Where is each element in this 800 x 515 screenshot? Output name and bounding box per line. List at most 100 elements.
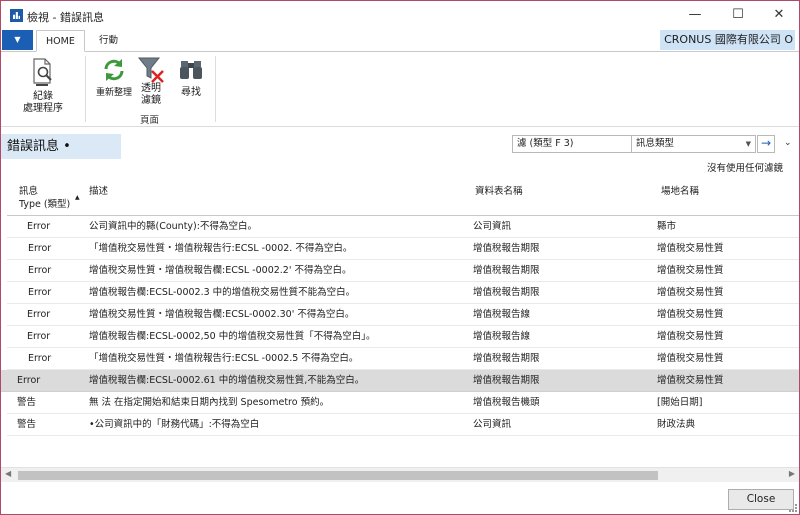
sort-ascending-icon: ▲ bbox=[75, 194, 80, 201]
cell-message-type: Error bbox=[28, 265, 52, 276]
table-row[interactable]: Error 增值稅交易性質・增值稅報告欄:ECSL-0002.30' 不得為空白。… bbox=[7, 304, 799, 326]
column-header-type-line1: 訊息 bbox=[19, 186, 39, 197]
cell-description: 「增值稅交易性質・增值稅報告行:ECSL -0002.5 不得為空白。 bbox=[89, 353, 359, 364]
cell-table-name: 增值稅報告期限 bbox=[473, 353, 540, 364]
document-search-icon bbox=[33, 58, 52, 86]
cell-table-name: 增值稅報告期限 bbox=[473, 287, 540, 298]
group-page-label: 頁面 bbox=[140, 115, 160, 126]
table-row[interactable]: Error 增值稅報告欄:ECSL-0002,50 中的增值稅交易性質「不得為空白… bbox=[7, 326, 799, 348]
cell-message-type: Error bbox=[28, 287, 52, 298]
refresh-button[interactable]: 重新整理 bbox=[93, 57, 135, 99]
cell-description: 增值稅交易性質・增值稅報告欄:ECSL -0002.2' 不得為空白。 bbox=[89, 265, 352, 276]
column-header-field-name[interactable]: 場地名稱 bbox=[661, 185, 699, 198]
tab-actions[interactable]: 行動 bbox=[90, 30, 127, 52]
horizontal-scrollbar[interactable]: ◀ ▶ bbox=[1, 467, 799, 482]
dropdown-caret-icon: ▼ bbox=[745, 140, 751, 148]
table-row[interactable]: 警告 •公司資訊中的「財務代碼」:不得為空白 公司資訊 財政法典 bbox=[7, 414, 799, 436]
company-name[interactable]: CRONUS 國際有限公司 O bbox=[660, 30, 795, 50]
collapse-icon[interactable]: ⌄ bbox=[784, 138, 792, 148]
cell-table-name: 公司資訊 bbox=[473, 221, 512, 232]
cell-message-type: 警告 bbox=[17, 397, 37, 408]
column-header-type[interactable]: 訊息 Type (類型) bbox=[19, 185, 70, 211]
record-process-label-1: 紀錄 bbox=[33, 91, 53, 102]
close-button[interactable]: Close bbox=[728, 489, 794, 510]
cell-table-name: 增值稅報告期限 bbox=[473, 375, 540, 386]
filter-input[interactable]: 濾 (類型 F 3) bbox=[512, 135, 632, 153]
cell-message-type: Error bbox=[28, 243, 52, 254]
app-icon bbox=[10, 9, 23, 22]
no-filter-text: 沒有使用任何濾鏡 bbox=[706, 163, 783, 174]
scroll-left-icon[interactable]: ◀ bbox=[5, 469, 11, 478]
clear-filter-icon bbox=[137, 57, 164, 83]
cell-table-name: 增值稅報告線 bbox=[473, 309, 531, 320]
page-title: 錯誤訊息 • bbox=[1, 134, 121, 159]
column-header-table-name[interactable]: 資料表名稱 bbox=[475, 185, 523, 198]
cell-field-name: 增值稅交易性質 bbox=[657, 265, 724, 276]
table-row[interactable]: 警告 無 法 在指定開始和結束日期內找到 Spesometro 預約。 增值稅報告機… bbox=[7, 392, 799, 414]
clear-filter-button[interactable]: 透明 濾鏡 bbox=[135, 55, 167, 107]
refresh-icon bbox=[104, 59, 124, 81]
ribbon-tabs: ▼ HOME 行動 CRONUS 國際有限公司 O bbox=[1, 30, 799, 52]
ribbon-separator bbox=[215, 56, 216, 122]
table-row[interactable]: Error 公司資訊中的縣(County):不得為空白。 公司資訊 縣市 bbox=[7, 216, 799, 238]
cell-field-name: 縣市 bbox=[657, 221, 677, 232]
table-row[interactable]: Error 「增值稅交易性質・增值稅報告行:ECSL -0002.5 不得為空白。… bbox=[7, 348, 799, 370]
cell-table-name: 增值稅報告期限 bbox=[473, 265, 540, 276]
cell-description: 增值稅報告欄:ECSL-0002.3 中的增值稅交易性質不能為空白。 bbox=[89, 287, 356, 298]
table-row[interactable]: Error 「增值稅交易性質・增值稅報告行:ECSL -0002. 不得為空白。 增… bbox=[7, 238, 799, 260]
cell-table-name: 增值稅報告線 bbox=[473, 331, 531, 342]
dialog-window: 檢視 - 錯誤訊息 — ☐ ✕ ▼ HOME 行動 CRONUS 國際有限公司 … bbox=[0, 0, 800, 515]
resize-grip-icon[interactable] bbox=[789, 504, 797, 512]
find-button[interactable]: 尋找 bbox=[173, 57, 209, 99]
cell-field-name: 增值稅交易性質 bbox=[657, 375, 724, 386]
cell-field-name: 增值稅交易性質 bbox=[657, 309, 724, 320]
cell-field-name: [開始日期] bbox=[657, 397, 703, 408]
cell-description: •公司資訊中的「財務代碼」:不得為空白 bbox=[89, 419, 260, 430]
scrollbar-thumb[interactable] bbox=[18, 471, 658, 480]
ribbon-separator bbox=[85, 56, 86, 122]
clear-filter-label-1: 透明 bbox=[141, 83, 161, 94]
tab-home[interactable]: HOME bbox=[36, 30, 85, 52]
close-window-button[interactable]: ✕ bbox=[764, 4, 794, 26]
cell-message-type: Error bbox=[27, 221, 51, 232]
cell-message-type: Error bbox=[27, 309, 51, 320]
maximize-button[interactable]: ☐ bbox=[723, 4, 753, 26]
cell-table-name: 增值稅報告機頭 bbox=[473, 397, 540, 408]
cell-table-name: 公司資訊 bbox=[473, 419, 512, 430]
cell-message-type: Error bbox=[28, 353, 52, 364]
filter-field-value: 訊息類型 bbox=[636, 138, 675, 149]
table-row[interactable]: Error 增值稅報告欄:ECSL-0002.3 中的增值稅交易性質不能為空白。 增… bbox=[7, 282, 799, 304]
cell-description: 增值稅報告欄:ECSL-0002,50 中的增值稅交易性質「不得為空白」。 bbox=[89, 331, 376, 342]
cell-field-name: 增值稅交易性質 bbox=[657, 243, 724, 254]
table-row[interactable]: Error 增值稅報告欄:ECSL-0002.61 中的增值稅交易性質,不能為空白… bbox=[1, 370, 799, 392]
file-menu-button[interactable]: ▼ bbox=[2, 30, 33, 50]
cell-field-name: 增值稅交易性質 bbox=[657, 287, 724, 298]
cell-description: 公司資訊中的縣(County):不得為空白。 bbox=[89, 221, 257, 232]
record-process-button[interactable]: 紀錄 處理程序 bbox=[21, 57, 65, 115]
cell-message-type: 警告 bbox=[17, 419, 37, 430]
cell-table-name: 增值稅報告期限 bbox=[473, 243, 540, 254]
table-row[interactable]: Error 增值稅交易性質・增值稅報告欄:ECSL -0002.2' 不得為空白。… bbox=[7, 260, 799, 282]
title-bar: 檢視 - 錯誤訊息 — ☐ ✕ bbox=[1, 1, 799, 30]
cell-message-type: Error bbox=[27, 331, 51, 342]
binoculars-icon bbox=[180, 61, 202, 79]
cell-description: 增值稅報告欄:ECSL-0002.61 中的增值稅交易性質,不能為空白。 bbox=[89, 375, 365, 386]
refresh-label: 重新整理 bbox=[95, 88, 132, 98]
record-process-label-2: 處理程序 bbox=[23, 103, 63, 114]
clear-filter-label-2: 濾鏡 bbox=[141, 95, 161, 106]
column-header-description[interactable]: 描述 bbox=[89, 185, 108, 198]
cell-description: 「增值稅交易性質・增值稅報告行:ECSL -0002. 不得為空白。 bbox=[89, 243, 353, 254]
cell-field-name: 財政法典 bbox=[657, 419, 696, 430]
minimize-button[interactable]: — bbox=[680, 4, 710, 26]
cell-message-type: Error bbox=[17, 375, 41, 386]
column-header-type-line2: Type (類型) bbox=[19, 199, 71, 210]
ribbon: 紀錄 處理程序 重新整理 透明 濾鏡 尋找 頁面 bbox=[1, 51, 799, 127]
cell-field-name: 增值稅交易性質 bbox=[657, 331, 724, 342]
filter-field-select[interactable]: 訊息類型 ▼ bbox=[632, 135, 756, 153]
cell-description: 增值稅交易性質・增值稅報告欄:ECSL-0002.30' 不得為空白。 bbox=[89, 309, 355, 320]
scroll-right-icon[interactable]: ▶ bbox=[789, 469, 795, 478]
cell-field-name: 增值稅交易性質 bbox=[657, 353, 724, 364]
cell-description: 無 法 在指定開始和結束日期內找到 Spesometro 預約。 bbox=[89, 397, 330, 408]
window-title: 檢視 - 錯誤訊息 bbox=[27, 11, 104, 24]
apply-filter-button[interactable]: → bbox=[757, 135, 775, 153]
